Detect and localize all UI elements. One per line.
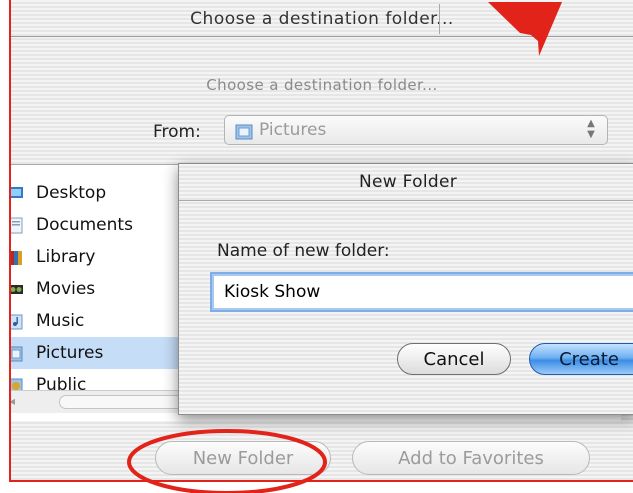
list-item-label: Movies bbox=[36, 279, 96, 299]
library-folder-icon bbox=[11, 251, 22, 265]
sheet-titlebar: Choose a destination folder... bbox=[11, 0, 633, 37]
desktop-icon bbox=[11, 187, 23, 198]
add-to-favorites-button[interactable]: Add to Favorites bbox=[352, 441, 590, 475]
from-label: From: bbox=[153, 122, 201, 142]
list-item-movies[interactable]: Movies bbox=[11, 273, 181, 305]
scroll-left-arrow-icon[interactable]: ◂ bbox=[11, 394, 15, 408]
music-folder-icon bbox=[11, 314, 23, 330]
folder-name-input[interactable] bbox=[212, 274, 633, 310]
list-item-desktop[interactable]: Desktop bbox=[11, 177, 181, 209]
list-item-label: Documents bbox=[36, 215, 133, 235]
list-item-pictures[interactable]: Pictures bbox=[11, 337, 181, 369]
from-location-value: Pictures bbox=[259, 120, 327, 140]
pictures-folder-icon bbox=[235, 124, 253, 140]
list-item-music[interactable]: Music bbox=[11, 305, 181, 337]
title-divider bbox=[439, 4, 440, 34]
sheet-title: Choose a destination folder... bbox=[190, 9, 454, 29]
list-item-label: Music bbox=[36, 311, 85, 331]
cancel-button[interactable]: Cancel bbox=[397, 343, 511, 375]
dialog-titlebar: New Folder bbox=[179, 164, 633, 201]
documents-folder-icon bbox=[11, 217, 23, 234]
from-location-popup[interactable]: Pictures ▲ ▼ bbox=[224, 115, 608, 145]
list-item-library[interactable]: Library bbox=[11, 241, 181, 273]
sheet-prompt: Choose a destination folder... bbox=[206, 76, 438, 94]
new-folder-dialog: New Folder Name of new folder: Cancel Cr… bbox=[178, 163, 633, 415]
movies-folder-icon bbox=[11, 285, 23, 294]
popup-arrows-icon: ▲ ▼ bbox=[587, 118, 595, 140]
pictures-folder-icon bbox=[11, 346, 23, 362]
folder-name-label: Name of new folder: bbox=[217, 241, 390, 261]
list-item-documents[interactable]: Documents bbox=[11, 209, 181, 241]
list-item-label: Desktop bbox=[36, 183, 107, 203]
new-folder-button[interactable]: New Folder bbox=[155, 441, 331, 475]
list-item-label: Pictures bbox=[36, 343, 104, 363]
create-button[interactable]: Create bbox=[529, 343, 633, 375]
list-item-label: Library bbox=[36, 247, 96, 267]
